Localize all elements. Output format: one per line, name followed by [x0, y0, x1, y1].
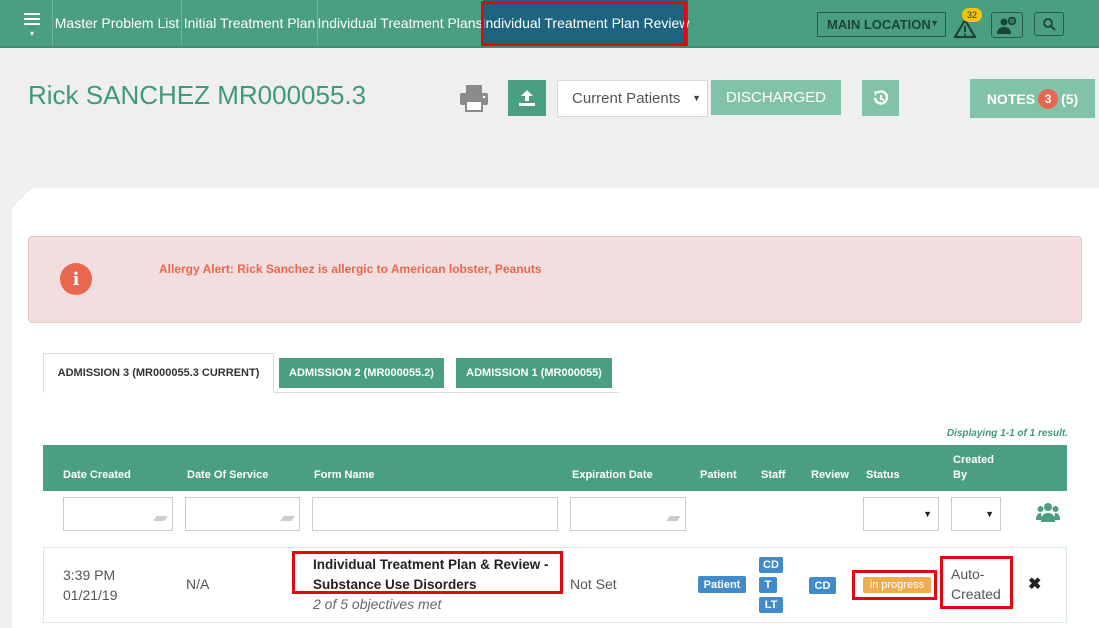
group-icon — [1036, 503, 1060, 522]
allergy-alert-text: Allergy Alert: Rick Sanchez is allergic … — [159, 262, 542, 276]
status-badge: in progress — [863, 577, 931, 593]
review-label-cd[interactable]: CD — [809, 577, 836, 594]
cell-expiration: Not Set — [570, 576, 617, 592]
eraser-icon — [666, 516, 681, 521]
user-settings-button[interactable] — [991, 12, 1023, 38]
search-button[interactable] — [1034, 12, 1064, 36]
gear-user-icon — [997, 16, 1017, 34]
col-created-by-line1[interactable]: Created — [953, 454, 994, 466]
cell-time: 3:39 PM — [63, 567, 116, 583]
col-date-created[interactable]: Date Created — [63, 469, 131, 481]
filter-status-select[interactable]: ▼ — [863, 497, 939, 531]
location-select[interactable]: MAIN LOCATION ▼ — [817, 12, 946, 37]
col-form-name[interactable]: Form Name — [314, 469, 375, 481]
staff-label-t[interactable]: T — [759, 577, 777, 593]
results-count: Displaying 1-1 of 1 result. — [946, 428, 1068, 439]
allergy-alert-box — [28, 236, 1082, 323]
col-expiration-date[interactable]: Expiration Date — [572, 469, 653, 481]
delete-icon[interactable]: ✖ — [1028, 574, 1041, 594]
upload-icon — [519, 90, 535, 106]
history-button[interactable] — [862, 80, 899, 116]
cell-date: 01/21/19 — [63, 587, 118, 603]
top-navbar: ▾ Master Problem List Initial Treatment … — [0, 0, 1099, 48]
tab-initial-treatment-plan[interactable]: Initial Treatment Plan — [181, 0, 317, 46]
caret-down-icon: ▾ — [29, 29, 34, 38]
history-icon — [873, 90, 888, 105]
panel-corner — [12, 188, 32, 208]
cell-created-by-line2: Created — [951, 586, 1001, 602]
patient-signature-label[interactable]: Patient — [698, 576, 746, 593]
tab-admission-3[interactable]: ADMISSION 3 (MR000055.3 CURRENT) — [43, 353, 274, 393]
chevron-down-icon: ▼ — [985, 509, 994, 519]
cell-created-by-line1: Auto- — [951, 566, 985, 582]
notes-count-badge: 3 — [1038, 88, 1059, 109]
hamburger-icon — [24, 10, 40, 28]
col-created-by-line2[interactable]: By — [953, 469, 967, 481]
notes-label: NOTES — [986, 90, 1036, 107]
eraser-icon — [280, 516, 295, 521]
upload-button[interactable] — [508, 80, 546, 116]
filter-form-name[interactable] — [312, 497, 558, 531]
patient-name-title: Rick SANCHEZ MR000055.3 — [28, 80, 367, 110]
cell-date-of-service: N/A — [186, 576, 210, 592]
chevron-down-icon: ▼ — [692, 93, 701, 103]
location-value: MAIN LOCATION — [827, 17, 931, 32]
tab-admission-1[interactable]: ADMISSION 1 (MR000055) — [456, 358, 612, 388]
table-header — [43, 445, 1067, 491]
col-review: Review — [811, 469, 849, 481]
col-staff: Staff — [761, 469, 786, 481]
tab-individual-treatment-plans[interactable]: Individual Treatment Plans — [317, 0, 483, 46]
notes-button[interactable]: NOTES 3 (5) — [970, 79, 1095, 118]
filter-created-by-select[interactable]: ▼ — [951, 497, 1001, 531]
tab-individual-treatment-plan-review[interactable]: Individual Treatment Plan Review — [482, 0, 689, 46]
eraser-icon — [153, 516, 168, 521]
col-patient: Patient — [700, 469, 737, 481]
alert-count-badge: 32 — [962, 8, 982, 22]
info-icon: i — [60, 263, 92, 295]
search-icon — [1043, 18, 1056, 31]
patients-filter-select[interactable]: Current Patients ▼ — [557, 80, 708, 117]
col-status[interactable]: Status — [866, 469, 900, 481]
print-icon — [460, 85, 488, 112]
group-button[interactable] — [1036, 502, 1060, 527]
print-button[interactable] — [458, 84, 490, 117]
cell-objectives: 2 of 5 objectives met — [313, 596, 442, 612]
filter-date-created[interactable] — [63, 497, 173, 531]
chevron-down-icon: ▼ — [930, 18, 939, 28]
hamburger-menu-button[interactable]: ▾ — [12, 0, 52, 48]
staff-label-lt[interactable]: LT — [759, 597, 783, 613]
cell-form-name-line1[interactable]: Individual Treatment Plan & Review - — [313, 555, 549, 575]
notes-total: (5) — [1061, 90, 1079, 107]
staff-label-cd[interactable]: CD — [759, 557, 783, 573]
filter-date-of-service[interactable] — [185, 497, 300, 531]
col-date-of-service[interactable]: Date Of Service — [187, 469, 268, 481]
tab-master-problem-list[interactable]: Master Problem List — [52, 0, 181, 46]
cell-form-name-line2[interactable]: Substance Use Disorders — [313, 575, 477, 595]
patients-filter-value: Current Patients — [572, 90, 681, 107]
tab-admission-2[interactable]: ADMISSION 2 (MR000055.2) — [279, 358, 444, 388]
filter-expiration-date[interactable] — [570, 497, 686, 531]
chevron-down-icon: ▼ — [923, 509, 932, 519]
discharged-button[interactable]: DISCHARGED — [711, 80, 841, 115]
